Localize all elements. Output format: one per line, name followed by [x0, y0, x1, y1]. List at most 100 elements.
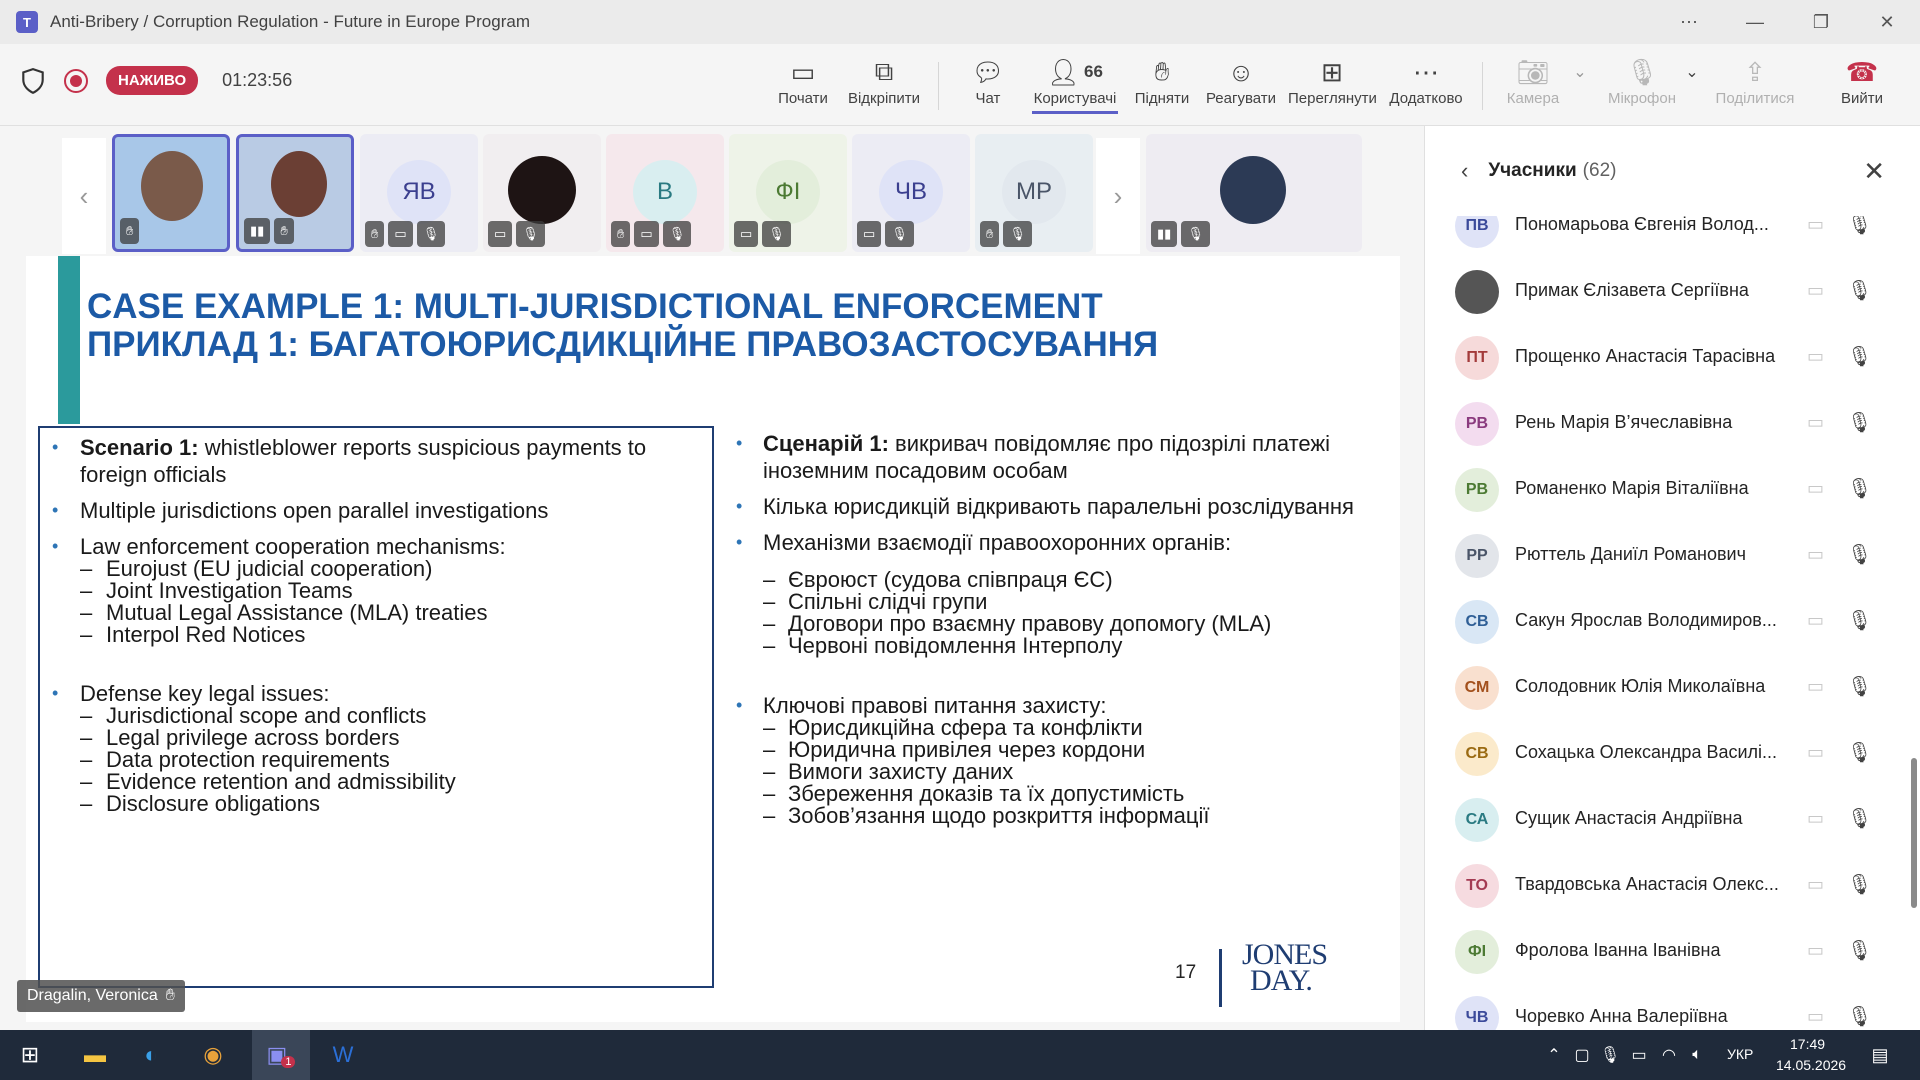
tile-status-icons: ▮▮ 🎙︎: [1151, 221, 1210, 247]
participant-row[interactable]: Примак Єлізавета Сергіївна ▭ 🎙︎: [1425, 260, 1905, 326]
react-button[interactable]: ☺ Реагувати: [1204, 54, 1278, 108]
chevron-up-icon[interactable]: ⌃: [1542, 1030, 1566, 1080]
camera-tray-icon[interactable]: ▢: [1570, 1030, 1594, 1080]
battery-icon[interactable]: ▭: [1626, 1030, 1652, 1080]
teams-taskbar-icon[interactable]: ▣ 1: [252, 1030, 310, 1080]
video-tile-featured[interactable]: ▮▮ 🎙︎: [1146, 134, 1362, 252]
unpin-label: Відкріпити: [847, 90, 921, 107]
participant-name: Сохацька Олександра Василі...: [1515, 742, 1778, 762]
minimize-button[interactable]: —: [1722, 0, 1788, 44]
chevron-right-icon: ›: [1113, 180, 1123, 211]
mic-off-icon: 🎙︎: [1625, 56, 1659, 87]
camera-off-icon: ▭: [1807, 1006, 1825, 1026]
video-tile-yav[interactable]: ЯВ ✋︎ ▭ 🎙︎: [360, 134, 478, 252]
video-strip: ‹ ✋︎ ▮▮ ✋︎ ЯВ ✋︎ ▭ 🎙︎ ▭ 🎙︎ В ✋︎ ▭ 🎙︎ ФІ ▭ 🎙︎ ЧВ…: [0, 126, 1424, 254]
avatar: СВ: [1455, 732, 1499, 776]
participants-header: ‹ Учасники (62) ✕: [1425, 126, 1920, 216]
bullet: •: [52, 500, 59, 520]
teams-notification-badge: 1: [281, 1056, 296, 1068]
uk-scenario-line1: Сценарій 1: викривач повідомляє про підо…: [763, 430, 1330, 457]
meeting-timer: 01:23:56: [222, 70, 293, 90]
video-tile-fi[interactable]: ФІ ▭ 🎙︎: [729, 134, 847, 252]
video-tile-v[interactable]: В ✋︎ ▭ 🎙︎: [606, 134, 724, 252]
camera-off-icon: ▭: [1807, 676, 1825, 696]
tile-status-icons: ✋︎ ▭ 🎙︎: [611, 221, 692, 247]
restore-button[interactable]: ❐: [1788, 0, 1854, 44]
camera-options-chevron[interactable]: ⌄: [1570, 54, 1590, 90]
people-label: Користувачі: [1033, 90, 1117, 107]
participant-name: Чоревко Анна Валеріївна: [1515, 1006, 1728, 1026]
clock-time[interactable]: 17:49: [1790, 1036, 1825, 1052]
leave-button[interactable]: ☎︎ Вийти: [1836, 54, 1888, 108]
wifi-icon[interactable]: ◠: [1656, 1030, 1682, 1080]
avatar: СВ: [1455, 600, 1499, 644]
view-button[interactable]: ⊞ Переглянути: [1288, 54, 1377, 108]
camera-off-icon: 📷︎: [1516, 56, 1550, 87]
edge-browser-icon[interactable]: ◐: [128, 1030, 174, 1080]
chat-button[interactable]: 💬︎ Чат: [958, 54, 1018, 108]
video-tile-mr[interactable]: МР ✋︎ 🎙︎: [975, 134, 1093, 252]
participant-row[interactable]: СВ Сохацька Олександра Василі... ▭ 🎙︎: [1425, 722, 1905, 788]
participant-row[interactable]: РВ Рень Марія В’ячеславівна ▭ 🎙︎: [1425, 392, 1905, 458]
participant-row[interactable]: ФІ Фролова Іванна Іванівна ▭ 🎙︎: [1425, 920, 1905, 986]
people-count: 66: [1084, 62, 1103, 81]
strip-prev-button[interactable]: ‹: [62, 138, 106, 254]
raise-hand-icon: ✋︎: [165, 987, 175, 1004]
video-tile-participant-1[interactable]: ✋︎: [112, 134, 230, 252]
language-indicator[interactable]: УКР: [1727, 1046, 1753, 1062]
people-button[interactable]: 👤︎ 66 Користувачі: [1032, 54, 1118, 114]
tile-status-icons: ✋︎: [120, 218, 140, 244]
volume-icon[interactable]: 🔈︎: [1684, 1030, 1710, 1080]
mic-tray-icon[interactable]: 🎙︎: [1598, 1030, 1622, 1080]
participants-scrollbar[interactable]: [1911, 758, 1917, 908]
close-panel-icon[interactable]: ✕: [1863, 156, 1885, 187]
shield-icon[interactable]: [20, 67, 46, 95]
participant-row[interactable]: РР Рюттель Даниїл Романович ▭ 🎙︎: [1425, 524, 1905, 590]
participant-row[interactable]: СВ Сакун Ярослав Володимиров... ▭ 🎙︎: [1425, 590, 1905, 656]
more-button[interactable]: ⋯ Додатково: [1388, 54, 1464, 108]
participant-name: Фролова Іванна Іванівна: [1515, 940, 1721, 960]
chrome-browser-icon[interactable]: ◉: [190, 1030, 236, 1080]
bullet: •: [52, 536, 59, 556]
share-button[interactable]: ⇪ Поділитися: [1710, 54, 1800, 108]
raise-hand-button[interactable]: ✋︎ Підняти: [1132, 54, 1192, 107]
camera-off-icon: ▭: [1807, 610, 1825, 630]
video-tile-participant-4[interactable]: ▭ 🎙︎: [483, 134, 601, 252]
mic-options-chevron[interactable]: ⌄: [1682, 54, 1702, 90]
mic-button[interactable]: 🎙︎ Мікрофон: [1600, 54, 1684, 108]
unpin-button[interactable]: ⧉ Відкріпити: [846, 54, 922, 107]
participant-row[interactable]: СА Сущик Анастасія Андріївна ▭ 🎙︎: [1425, 788, 1905, 854]
back-chevron-icon[interactable]: ‹: [1461, 158, 1468, 184]
participant-row[interactable]: ТО Твардовська Анастасія Олекс... ▭ 🎙︎: [1425, 854, 1905, 920]
participant-row[interactable]: РВ Романенко Марія Віталіївна ▭ 🎙︎: [1425, 458, 1905, 524]
chevron-down-icon: ⌄: [1573, 64, 1587, 81]
clock-date[interactable]: 14.05.2026: [1776, 1057, 1846, 1073]
word-icon[interactable]: W: [320, 1030, 366, 1080]
more-options-icon[interactable]: ⋯: [1656, 0, 1722, 44]
presenter-name-tag: Dragalin, Veronica ✋︎: [17, 980, 185, 1012]
video-tile-chv[interactable]: ЧВ ▭ 🎙︎: [852, 134, 970, 252]
close-window-button[interactable]: ✕: [1854, 0, 1920, 44]
mic-off-icon: 🎙︎: [1847, 478, 1873, 500]
file-explorer-icon[interactable]: ▬: [72, 1030, 118, 1080]
start-button[interactable]: ▭ Почати: [776, 54, 830, 108]
notifications-icon[interactable]: ▤: [1860, 1030, 1900, 1080]
strip-next-button[interactable]: ›: [1096, 138, 1140, 254]
participant-row[interactable]: ЧВ Чоревко Анна Валеріївна ▭ 🎙︎: [1425, 986, 1905, 1030]
participant-row[interactable]: ПТ Прощенко Анастасія Тарасівна ▭ 🎙︎: [1425, 326, 1905, 392]
avatar: РР: [1455, 534, 1499, 578]
camera-off-icon: ▭: [1807, 478, 1825, 498]
meeting-toolbar: НАЖИВО 01:23:56 ▭ Почати ⧉ Відкріпити 💬︎…: [0, 44, 1920, 126]
participant-row[interactable]: СМ Солодовник Юлія Миколаївна ▭ 🎙︎: [1425, 656, 1905, 722]
video-tile-participant-2[interactable]: ▮▮ ✋︎: [236, 134, 354, 252]
mic-off-icon: 🎙︎: [1847, 280, 1873, 302]
start-menu-icon[interactable]: ⊞: [10, 1030, 50, 1080]
raise-hand-icon: ✋︎: [120, 218, 140, 244]
chevron-down-icon: ⌄: [1685, 64, 1699, 81]
camera-button[interactable]: 📷︎ Камера: [1502, 54, 1564, 108]
mic-off-icon: 🎙︎: [1847, 1006, 1873, 1028]
camera-off-icon: ▭: [1807, 940, 1825, 960]
en-sub-text: Disclosure obligations: [106, 791, 320, 816]
uk-scenario-text: викривач повідомляє про підозрілі платеж…: [888, 431, 1331, 456]
participant-row[interactable]: ПВ Пономарьова Євгенія Волод... ▭ 🎙︎: [1425, 216, 1905, 260]
